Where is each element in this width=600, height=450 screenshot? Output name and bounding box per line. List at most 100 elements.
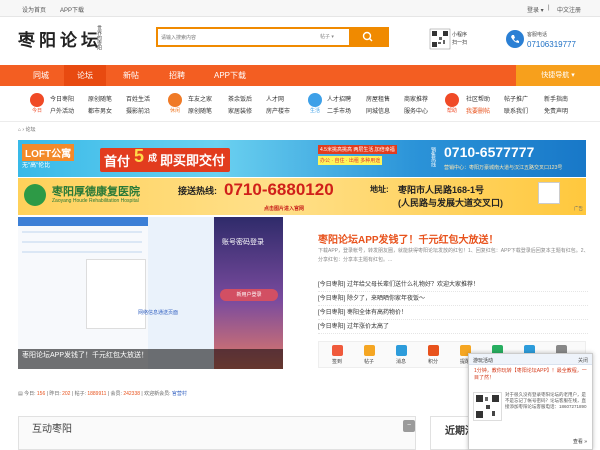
news-item[interactable]: [今日枣阳] 过年涨价太高了 [318,320,588,334]
points-button[interactable]: 积分 [423,345,443,365]
popup-close-button[interactable]: 关闭 [578,357,588,364]
sub-link[interactable]: 服务中心 [404,106,428,115]
posts-button[interactable]: 帖子 [359,345,379,365]
loft-banner-ad[interactable]: LOFT公寓 无"高"伦比 首付 5 成 即买即交付 4.5米挑高挑高 两层生活… [18,140,586,177]
sub-link[interactable]: 原创随笔 [88,94,112,103]
sub-link[interactable]: 商家推荐 [404,94,428,103]
quick-nav-button[interactable]: 快捷导航 ▾ [516,65,600,86]
breadcrumb-separator: › [22,127,25,133]
news-list: [今日枣阳] 过年给父母长辈们送什么礼物好？欢迎大家推荐！ [今日枣阳] 除夕了… [318,278,588,334]
sub-link[interactable]: 同城信息 [366,106,390,115]
promo-title[interactable]: 枣阳论坛APP发钱了！千元红包大放送！ [318,231,499,246]
breadcrumb-current[interactable]: 论坛 [25,127,35,133]
logo-subtitle: 世界的枣阳 [96,25,102,50]
sub-link[interactable]: 房产楼市 [266,106,290,115]
hospital-banner-ad[interactable]: 枣阳厚德康复医院 Zaoyang Houde Rehabilitation Ho… [18,178,586,215]
messages-label: 消息 [395,359,406,365]
login-link[interactable]: 登录 ▾ [527,5,544,14]
slide-phone-right: 账号密码登录 新用户登录 [214,217,283,369]
news-item[interactable]: [今日枣阳] 枣阳全体有高药物价！ [318,306,588,320]
stat-newest-label: 欢迎新会员: [144,391,171,397]
stat-newest-member[interactable]: 官营村 [172,391,187,397]
sub-link[interactable]: 免责声明 [544,106,568,115]
search-box: 帖子 ▾ [156,27,389,47]
category-bar [0,86,600,122]
slide-line [22,241,142,243]
banner1-sales-label: 销售热线 [430,147,436,167]
stat-today: 156 [36,391,46,397]
messages-button[interactable]: 消息 [391,345,411,365]
set-home-link[interactable]: 设为首页 [22,5,46,14]
popup-body[interactable]: 1分钟，教你玩转【枣阳论坛APP】！最全教程，一目了然！ [474,368,588,382]
popup-more-link[interactable]: 查看 » [573,438,587,445]
phone-icon [506,30,524,48]
sub-link[interactable]: 人才网 [266,94,284,103]
search-button[interactable] [349,29,387,45]
leisure-category-label: 休闲 [169,108,180,114]
slide-menu-panel [86,259,146,329]
banner2-phone: 0710-6880120 [224,180,334,199]
sub-link[interactable]: 联系我们 [504,106,528,115]
sub-link[interactable]: 新手指南 [544,94,568,103]
news-item[interactable]: [今日枣阳] 过年给父母长辈们送什么礼物好？欢迎大家推荐！ [318,278,588,292]
hospital-name: 枣阳厚德康复医院 [52,185,140,198]
ad-tag: 广告 [574,206,583,211]
sub-link[interactable]: 帖子推广 [504,94,528,103]
stat-posts: 1889911 [87,391,107,397]
sub-link[interactable]: 都市男女 [88,106,112,115]
collapse-button[interactable]: − [403,420,415,432]
sub-link[interactable]: 车友之家 [188,94,212,103]
stat-yesterday-label: 昨日: [49,391,61,397]
sub-link[interactable]: 户外活动 [50,106,74,115]
hudong-section [18,416,416,450]
stat-posts-label: 帖子: [74,391,86,397]
banner1-headline-a: 首付 [104,154,131,169]
slider-caption[interactable]: 枣阳论坛APP发钱了！千元红包大放送！ [18,349,283,369]
site-logo[interactable]: 枣阳论坛 [18,26,102,51]
life-category-icon [308,93,322,107]
hudong-title[interactable]: 互动枣阳 [32,420,72,435]
today-category-label: 今日 [31,108,42,114]
checkin-button[interactable]: 签到 [327,345,347,365]
nav-item-luntan[interactable]: 论坛 [64,65,106,86]
search-scope-select[interactable]: 帖子 ▾ [320,33,334,40]
nav-item-zhaopin[interactable]: 招聘 [158,65,196,86]
sub-link[interactable]: 社区帮助 [466,94,490,103]
promo-popup: 游玩活动 关闭 1分钟，教你玩转【枣阳论坛APP】！最全教程，一目了然！ 对于很… [468,353,593,450]
sub-link[interactable]: 原创随笔 [188,106,212,115]
search-input[interactable] [161,31,311,44]
banner1-feature-1: 4.5米挑高挑高 两层生活,加倍幸福 [318,145,397,154]
banner2-address-label: 地址: [370,185,389,194]
stat-today-label: 今日: [24,391,36,397]
news-item[interactable]: [今日枣阳] 除夕了，来晒晒你家年夜饭～ [318,292,588,306]
posts-icon [363,345,375,356]
banner2-qr-icon [538,182,560,204]
slide-line [22,251,142,253]
sub-link[interactable]: 二手市场 [327,106,351,115]
register-link[interactable]: 中文注册 [557,5,581,14]
life-category-label: 生活 [309,108,320,114]
hotline-label: 客服电话 [527,32,548,38]
home-icon[interactable]: ⌂ [18,127,21,133]
sub-link-delete-post[interactable]: 我要删帖 [466,106,490,115]
checkin-label: 签到 [331,359,342,365]
sub-link[interactable]: 百姓生活 [126,94,150,103]
banner1-headline-num: 5 [134,146,145,166]
banner1-address: 营销中心：枣阳万豪城南大道与汉江五路交叉口123号 [444,165,563,171]
slide-phone-hint: 网络信息通送页面 [138,310,179,316]
posts-label: 帖子 [363,359,374,365]
sub-link[interactable]: 摄影前沿 [126,106,150,115]
slide-phone-title: 账号密码登录 [222,239,264,246]
app-download-link[interactable]: APP下载 [60,5,84,14]
sub-link[interactable]: 人才招聘 [327,94,351,103]
help-category-icon [445,93,459,107]
sub-link[interactable]: 房屋租售 [366,94,390,103]
sub-link[interactable]: 茶余饭后 [228,94,252,103]
nav-item-xintie[interactable]: 新帖 [112,65,150,86]
sub-link[interactable]: 家居装修 [228,106,252,115]
image-slider[interactable]: 账号密码登录 新用户登录 网络信息通送页面 枣阳论坛APP发钱了！千元红包大放送… [18,217,283,369]
sub-link[interactable]: 今日枣阳 [50,94,74,103]
nav-item-tongcheng[interactable]: 同城 [22,65,60,86]
banner2-address-1: 枣阳市人民路168-1号 [398,185,485,195]
nav-item-app[interactable]: APP下载 [206,65,254,86]
